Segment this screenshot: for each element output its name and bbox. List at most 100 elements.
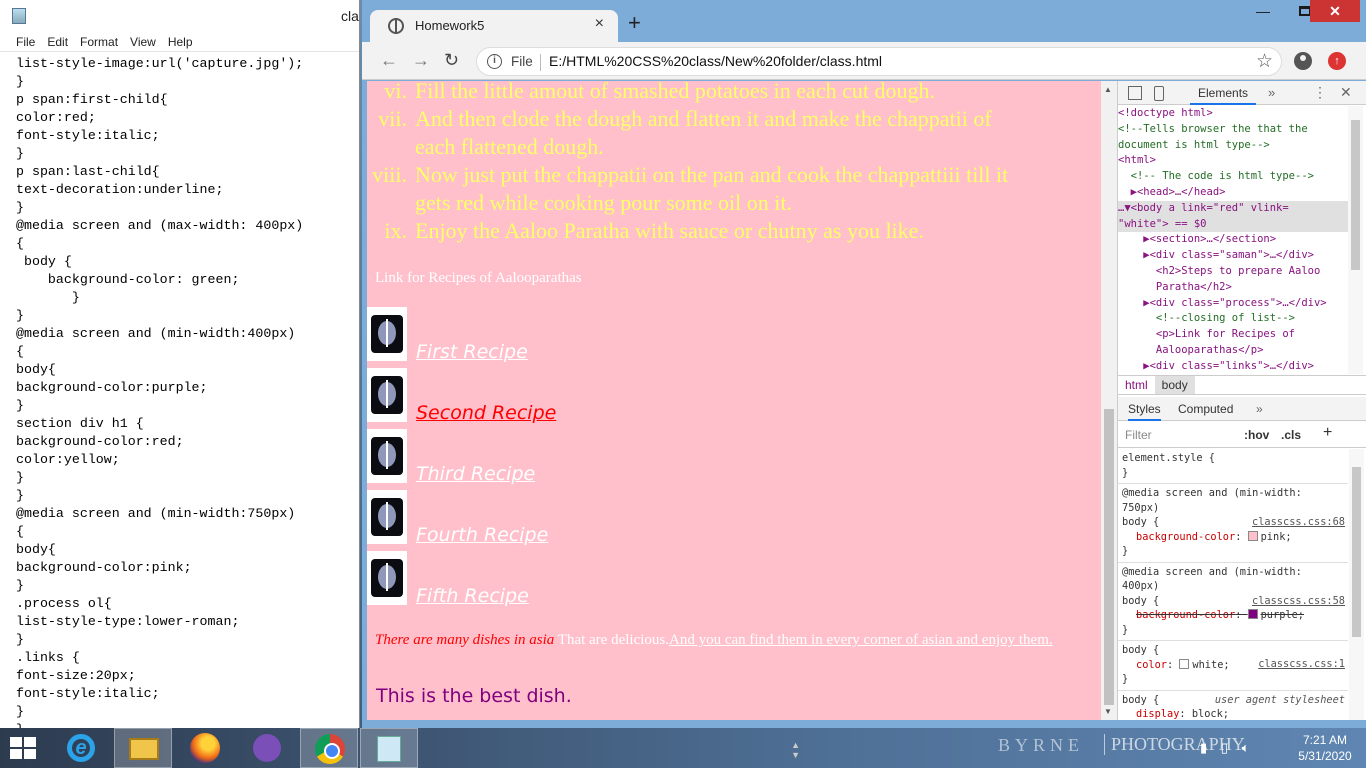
taskbar-internet-explorer[interactable]: e: [52, 728, 110, 768]
code-line: list-style-type:lower-roman;: [16, 614, 240, 629]
dom-node[interactable]: <!doctype html>: [1118, 106, 1348, 122]
devtools-menu-icon[interactable]: ⋮: [1313, 84, 1327, 101]
code-line: }: [16, 200, 24, 215]
style-property[interactable]: background-color: purple;: [1122, 608, 1344, 623]
dom-node[interactable]: ▶<div class="process">…</div>: [1118, 296, 1348, 312]
scroll-up-icon[interactable]: ▲: [1104, 85, 1112, 94]
dom-node[interactable]: ▶<section>…</section>: [1118, 232, 1348, 248]
minimize-button[interactable]: —: [1242, 0, 1284, 22]
elements-tree[interactable]: <!doctype html> <!--Tells browser the tha…: [1118, 106, 1348, 374]
new-rule-icon[interactable]: +: [1323, 424, 1332, 442]
rule-source-link[interactable]: user agent stylesheet: [1215, 693, 1345, 708]
inspect-element-icon[interactable]: [1128, 86, 1142, 100]
style-rule[interactable]: @media screen and (min-width: 750px) body …: [1118, 484, 1348, 563]
style-property[interactable]: background-color: pink;: [1122, 530, 1344, 545]
url-text[interactable]: E:/HTML%20CSS%20class/New%20folder/class…: [549, 53, 882, 69]
dom-node[interactable]: ▶<div class="saman">…</div>: [1118, 248, 1348, 264]
dom-node[interactable]: <p>Link for Recipes of: [1118, 327, 1348, 343]
recipe-link-third[interactable]: Third Recipe: [416, 463, 535, 485]
more-tabs-icon[interactable]: »: [1268, 85, 1275, 100]
styles-scrollbar[interactable]: [1349, 449, 1364, 720]
start-button[interactable]: [10, 737, 38, 761]
tab-computed[interactable]: Computed: [1178, 402, 1233, 416]
color-swatch-icon[interactable]: [1179, 658, 1190, 669]
menu-file[interactable]: File: [10, 32, 41, 51]
notepad-text-area[interactable]: list-style-image:url('capture.jpg');} p s…: [0, 53, 360, 728]
styles-scroll-thumb[interactable]: [1352, 467, 1361, 637]
style-rule[interactable]: element.style {}: [1118, 449, 1348, 484]
devtools-close-icon[interactable]: ✕: [1340, 84, 1352, 101]
power-icon[interactable]: ▯: [1221, 740, 1228, 755]
style-rule[interactable]: @media screen and (min-width: 400px) body …: [1118, 563, 1348, 641]
taskbar-file-explorer[interactable]: [114, 728, 172, 768]
rule-source-link[interactable]: classcss.css:68: [1252, 515, 1345, 530]
device-toggle-icon[interactable]: [1154, 86, 1164, 101]
breadcrumb-body[interactable]: body: [1154, 376, 1195, 394]
scroll-down-icon[interactable]: ▼: [1104, 707, 1112, 716]
elements-scrollbar[interactable]: [1348, 106, 1363, 374]
close-window-button[interactable]: ✕: [1310, 0, 1360, 22]
menu-edit[interactable]: Edit: [41, 32, 74, 51]
info-icon[interactable]: i: [487, 54, 502, 69]
breadcrumb-html[interactable]: html: [1118, 376, 1155, 394]
dom-node[interactable]: Paratha</h2>: [1118, 280, 1348, 296]
dom-node[interactable]: ▶<div class="links">…</div>: [1118, 359, 1348, 374]
tab-elements[interactable]: Elements: [1190, 81, 1257, 105]
recipe-link-first[interactable]: First Recipe: [416, 341, 528, 363]
new-tab-button[interactable]: +: [628, 12, 641, 34]
network-icon[interactable]: ▮: [1200, 740, 1207, 755]
update-icon[interactable]: ↑: [1328, 52, 1346, 70]
list-item-text-cont: gets red while cooking pour some oil on …: [415, 190, 792, 215]
reload-icon[interactable]: ↻: [444, 50, 459, 70]
recipe-link-fourth[interactable]: Fourth Recipe: [416, 524, 548, 546]
star-bookmark-icon[interactable]: ☆: [1256, 50, 1273, 73]
menu-view[interactable]: View: [124, 32, 162, 51]
style-property[interactable]: display: block;: [1122, 707, 1344, 720]
elements-scroll-thumb[interactable]: [1351, 120, 1360, 270]
web-page-viewport[interactable]: vi. Fill the little amout of smashed pot…: [367, 81, 1101, 720]
back-arrow-icon[interactable]: ←: [380, 50, 398, 70]
code-line: text-decoration:underline;: [16, 182, 224, 197]
dom-node[interactable]: <!--closing of list-->: [1118, 311, 1348, 327]
system-clock[interactable]: 7:21 AM 5/31/2020: [1290, 732, 1360, 764]
tab-homework5[interactable]: Homework5 ×: [370, 10, 618, 42]
address-bar[interactable]: i File E:/HTML%20CSS%20class/New%20folde…: [476, 47, 1282, 76]
taskbar-chrome[interactable]: [300, 728, 358, 768]
selected-body-node[interactable]: …▼<body a link="red" vlink=: [1118, 200, 1348, 217]
styles-filter-input[interactable]: Filter: [1125, 428, 1152, 442]
tab-styles[interactable]: Styles: [1128, 402, 1161, 421]
rule-source-link[interactable]: classcss.css:1: [1258, 657, 1345, 672]
more-styles-tabs-icon[interactable]: »: [1256, 402, 1263, 416]
menu-format[interactable]: Format: [74, 32, 124, 51]
dom-node[interactable]: document is html type-->: [1118, 138, 1348, 154]
tab-close-icon[interactable]: ×: [595, 15, 604, 33]
notepad-titlebar[interactable]: cla: [0, 0, 359, 32]
color-swatch-icon[interactable]: [1247, 530, 1258, 541]
page-scrollbar[interactable]: ▲ ▼: [1101, 81, 1117, 720]
scroll-thumb[interactable]: [1104, 409, 1114, 705]
taskbar-scroll-icon[interactable]: ▲ ▼: [791, 740, 800, 760]
menu-help[interactable]: Help: [162, 32, 199, 51]
dom-node[interactable]: <h2>Steps to prepare Aaloo: [1118, 264, 1348, 280]
dom-node[interactable]: ▶<head>…</head>: [1118, 185, 1348, 201]
recipe-link-second[interactable]: Second Recipe: [416, 402, 556, 424]
cls-toggle[interactable]: .cls: [1281, 428, 1301, 442]
taskbar-notepad[interactable]: [360, 728, 418, 768]
forward-arrow-icon[interactable]: →: [412, 50, 430, 70]
selected-body-node[interactable]: "white"> == $0: [1118, 216, 1348, 233]
styles-pane[interactable]: element.style {} @media screen and (min-w…: [1118, 449, 1348, 720]
hov-toggle[interactable]: :hov: [1244, 428, 1269, 442]
dom-node[interactable]: <!-- The code is html type-->: [1118, 169, 1348, 185]
volume-icon[interactable]: 🔈︎: [1242, 740, 1250, 755]
style-rule[interactable]: body {classcss.css:1 color: white;}: [1118, 641, 1348, 691]
style-rule[interactable]: body {user agent stylesheet display: bloc…: [1118, 691, 1348, 721]
rule-source-link[interactable]: classcss.css:58: [1252, 594, 1345, 609]
taskbar-viber[interactable]: [238, 728, 296, 768]
dom-node[interactable]: Aalooparathas</p>: [1118, 343, 1348, 359]
color-swatch-icon[interactable]: [1247, 609, 1258, 619]
dom-node[interactable]: <!--Tells browser the that the: [1118, 122, 1348, 138]
recipe-link-fifth[interactable]: Fifth Recipe: [416, 585, 529, 607]
taskbar-firefox[interactable]: [176, 728, 234, 768]
account-avatar-icon[interactable]: [1294, 52, 1312, 70]
dom-node[interactable]: <html>: [1118, 153, 1348, 169]
